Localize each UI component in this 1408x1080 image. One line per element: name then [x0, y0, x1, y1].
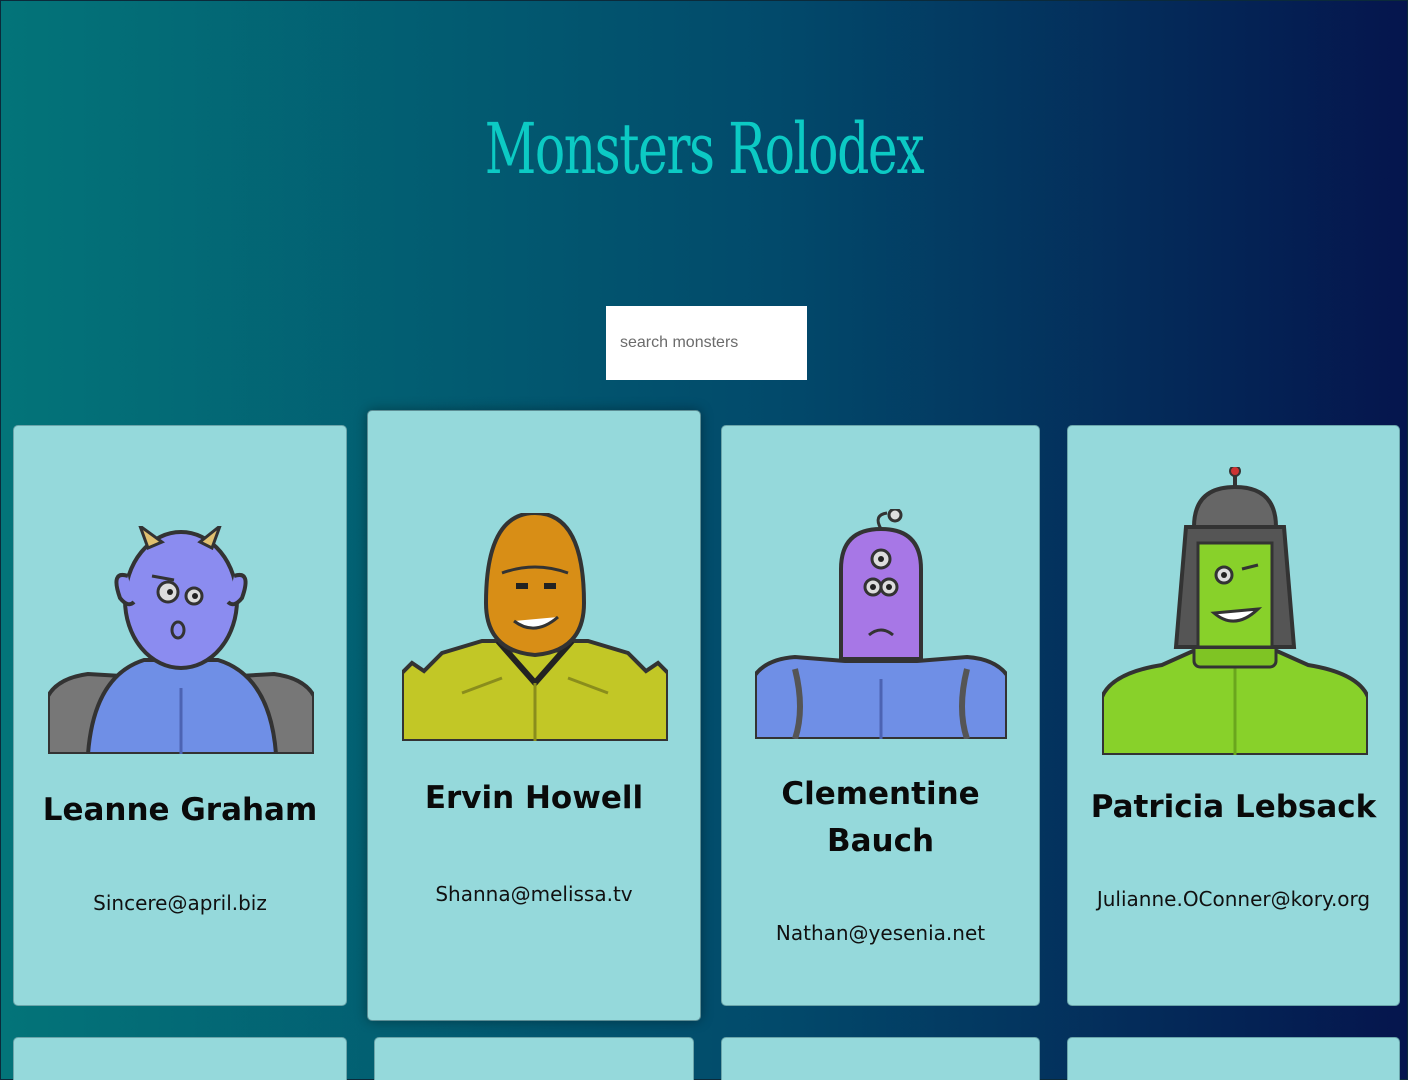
monster-card[interactable]	[721, 1037, 1040, 1080]
monster-name: Ervin Howell	[424, 780, 644, 816]
monster-avatar-robot-icon	[402, 513, 668, 741]
page-title: Monsters Rolodex	[484, 108, 925, 190]
monster-email: Shanna@melissa.tv	[435, 882, 633, 906]
monster-email: Julianne.OConner@kory.org	[1096, 887, 1371, 911]
monster-email: Nathan@yesenia.net	[775, 921, 986, 945]
monster-card[interactable]: Clementine Bauch Nathan@yesenia.net	[721, 425, 1040, 1006]
monster-avatar-alien-icon	[755, 509, 1007, 739]
monster-avatar-frankenstein-icon	[1102, 467, 1368, 755]
app-background: { "app": { "title": "Monsters Rolodex" }…	[0, 0, 1408, 1080]
monster-name: Leanne Graham	[42, 792, 318, 828]
monster-email: Sincere@april.biz	[93, 891, 267, 915]
monster-name: Clementine Bauch	[781, 776, 980, 859]
monster-card[interactable]	[13, 1037, 347, 1080]
monster-card[interactable]: Patricia Lebsack Julianne.OConner@kory.o…	[1067, 425, 1400, 1006]
search-input[interactable]	[606, 306, 807, 380]
monster-card[interactable]: Leanne Graham Sincere@april.biz	[13, 425, 347, 1006]
monster-card[interactable]	[1067, 1037, 1400, 1080]
monster-avatar-horned-icon	[48, 526, 314, 754]
monster-card[interactable]: Ervin Howell Shanna@melissa.tv	[367, 410, 701, 1021]
monster-card[interactable]	[374, 1037, 694, 1080]
monster-name: Patricia Lebsack	[1090, 789, 1377, 825]
